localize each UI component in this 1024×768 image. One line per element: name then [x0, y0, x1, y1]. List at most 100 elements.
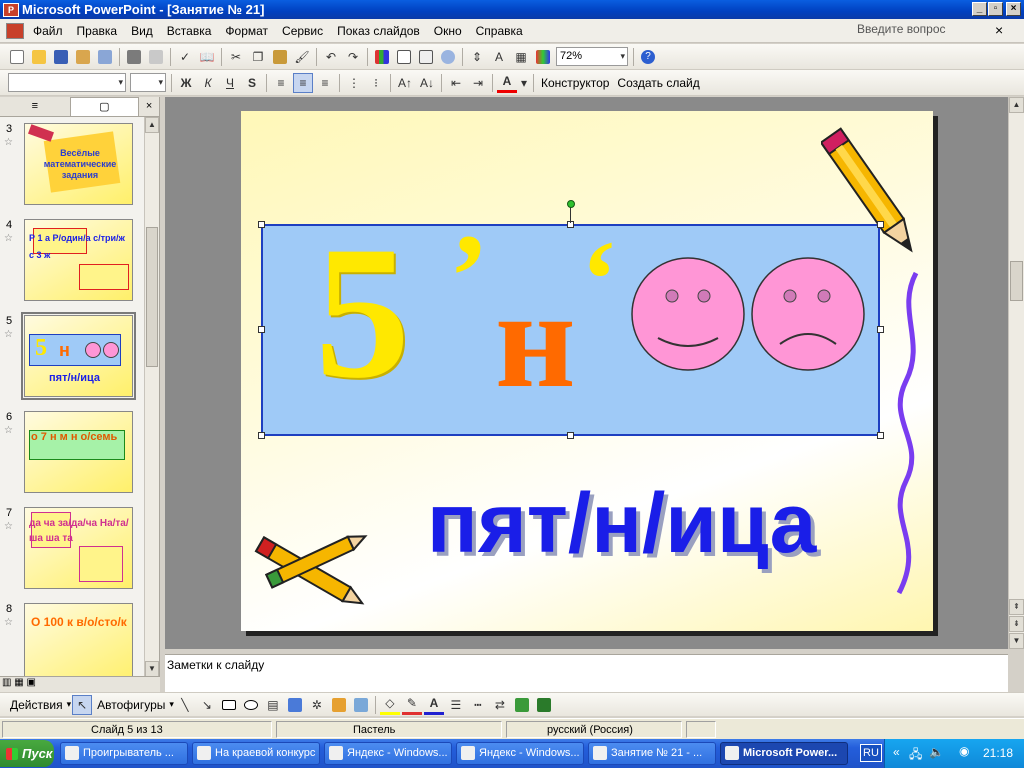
start-button[interactable]: Пуск — [0, 740, 54, 767]
menu-window[interactable]: Окно — [427, 24, 469, 38]
clipart-icon[interactable] — [329, 695, 349, 715]
research-icon[interactable]: 📖 — [197, 47, 217, 67]
next-slide-icon[interactable]: ⇟ — [1009, 616, 1024, 632]
close-window-button[interactable]: × — [1006, 2, 1021, 16]
thumbnail-slide-5[interactable]: 5 ☆ 5 н пят/н/ица — [0, 312, 144, 400]
resize-handle[interactable] — [877, 326, 884, 333]
menu-insert[interactable]: Вставка — [160, 24, 219, 38]
print-preview-icon[interactable] — [146, 47, 166, 67]
copy-icon[interactable]: ❐ — [248, 47, 268, 67]
zoom-select[interactable]: 72% — [556, 47, 628, 66]
volume-icon[interactable]: 🔈 — [929, 745, 944, 759]
align-right-icon[interactable]: ≡ — [315, 73, 335, 93]
insert-chart-icon[interactable] — [372, 47, 392, 67]
slide-thumbnail[interactable]: о 7 н м н о/семь — [24, 411, 133, 493]
rotate-handle[interactable] — [567, 200, 575, 208]
resize-handle[interactable] — [877, 221, 884, 228]
cut-icon[interactable]: ✂ — [226, 47, 246, 67]
save-icon[interactable] — [51, 47, 71, 67]
expand-all-icon[interactable]: ⇕ — [467, 47, 487, 67]
decrease-font-icon[interactable]: A↓ — [417, 73, 437, 93]
document-icon[interactable] — [6, 22, 24, 39]
powerpoint-app-icon[interactable]: P — [3, 2, 19, 17]
textbox-icon[interactable]: ▤ — [263, 695, 283, 715]
font-size-select[interactable] — [130, 73, 166, 92]
resize-handle[interactable] — [258, 221, 265, 228]
spelling-icon[interactable]: ✓ — [175, 47, 195, 67]
show-formatting-icon[interactable]: A — [489, 47, 509, 67]
thumbnail-slide-3[interactable]: 3 ☆ Весёлые математические задания — [0, 123, 144, 207]
fill-color-icon[interactable]: ◇ — [379, 695, 400, 715]
underline-button[interactable]: Ч — [220, 73, 240, 93]
scroll-thumb[interactable] — [1010, 261, 1023, 301]
select-pointer-icon[interactable]: ↖ — [72, 694, 93, 715]
bold-button[interactable]: Ж — [176, 73, 196, 93]
slide-thumbnail[interactable]: да ча за/да/ча На/та/ша ша та — [24, 507, 133, 589]
color-grayscale-icon[interactable] — [533, 47, 553, 67]
minimize-button[interactable]: _ — [972, 2, 987, 16]
resize-handle[interactable] — [258, 326, 265, 333]
numbering-icon[interactable]: ⋮ — [344, 73, 364, 93]
tables-borders-icon[interactable] — [416, 47, 436, 67]
format-painter-icon[interactable]: 🖌 — [292, 47, 312, 67]
arrow-icon[interactable]: ↘ — [197, 695, 217, 715]
slideshow-view-icon[interactable]: ▣ — [26, 677, 35, 688]
taskbar-word-doc[interactable]: Занятие № 21 - ... — [588, 742, 716, 765]
increase-font-icon[interactable]: A↑ — [395, 73, 415, 93]
slide-thumbnail[interactable]: О 100 к в/о/сто/к — [24, 603, 133, 677]
menu-slideshow[interactable]: Показ слайдов — [330, 24, 427, 38]
hyperlink-icon[interactable] — [438, 47, 458, 67]
rectangle-icon[interactable] — [219, 695, 239, 715]
line-color-icon[interactable]: ✎ — [401, 695, 422, 715]
taskbar-folder[interactable]: На краевой конкурс — [192, 742, 320, 765]
line-icon[interactable]: ╲ — [175, 695, 195, 715]
slide-thumbnail[interactable]: Весёлые математические задания — [24, 123, 133, 205]
redo-icon[interactable]: ↷ — [343, 47, 363, 67]
font-color-icon[interactable]: A — [497, 73, 517, 93]
new-slide-button[interactable]: Создать слайд — [613, 76, 703, 90]
help-question-box[interactable]: Введите вопрос — [857, 22, 1007, 39]
language-indicator[interactable]: RU — [860, 744, 882, 762]
decrease-indent-icon[interactable]: ⇤ — [446, 73, 466, 93]
notes-pane[interactable]: Заметки к слайду — [165, 654, 1008, 692]
resize-handle[interactable] — [877, 432, 884, 439]
thumbnail-slide-4[interactable]: 4 ☆ Р 1 а Р/один/а с/три/ж с 3 ж — [0, 219, 144, 303]
slide-thumbnail-selected[interactable]: 5 н пят/н/ица — [21, 312, 136, 400]
tab-outline[interactable]: ≡ — [0, 97, 70, 116]
resize-handle[interactable] — [567, 432, 574, 439]
shadow-style-icon[interactable] — [512, 695, 532, 715]
font-name-select[interactable] — [8, 73, 126, 92]
slide-canvas[interactable]: 5 ’ н ‘ пят/н/ица — [241, 111, 933, 631]
taskbar-media-player[interactable]: Проигрыватель ... — [60, 742, 188, 765]
taskbar-ie-yandex-1[interactable]: Яндекс - Windows... — [324, 742, 452, 765]
help-icon[interactable]: ? — [638, 47, 658, 67]
actions-menu[interactable]: Действия — [6, 698, 67, 712]
arrow-style-icon[interactable]: ⇄ — [490, 695, 510, 715]
updates-icon[interactable]: ◉ — [959, 744, 969, 758]
shadow-button[interactable]: S — [242, 73, 262, 93]
pane-close-icon[interactable]: × — [139, 97, 159, 116]
insert-table-icon[interactable] — [394, 47, 414, 67]
menu-edit[interactable]: Правка — [70, 24, 125, 38]
slide-thumbnail[interactable]: Р 1 а Р/один/а с/три/ж с 3 ж — [24, 219, 133, 301]
menu-tools[interactable]: Сервис — [275, 24, 330, 38]
diagram-icon[interactable]: ✲ — [307, 695, 327, 715]
thumbnail-scrollbar[interactable]: ▲ ▼ — [144, 117, 159, 677]
selected-text-box[interactable]: 5 ’ н ‘ — [261, 208, 880, 436]
thumbnail-slide-8[interactable]: 8 ☆ О 100 к в/о/сто/к — [0, 603, 144, 677]
email-icon[interactable] — [95, 47, 115, 67]
paste-icon[interactable] — [270, 47, 290, 67]
permission-icon[interactable] — [73, 47, 93, 67]
thumbnail-slide-6[interactable]: 6 ☆ о 7 н м н о/семь — [0, 411, 144, 495]
menu-help[interactable]: Справка — [469, 24, 530, 38]
scroll-thumb[interactable] — [146, 227, 158, 367]
maximize-button[interactable]: ▫ — [988, 2, 1003, 16]
thumbnail-slide-7[interactable]: 7 ☆ да ча за/да/ча На/та/ша ша та — [0, 507, 144, 591]
line-style-icon[interactable]: ☰ — [446, 695, 466, 715]
scroll-down-icon[interactable]: ▼ — [1009, 633, 1024, 649]
open-icon[interactable] — [29, 47, 49, 67]
show-grid-icon[interactable]: ▦ — [511, 47, 531, 67]
bullets-icon[interactable]: ⁝ — [366, 73, 386, 93]
undo-icon[interactable]: ↶ — [321, 47, 341, 67]
oval-icon[interactable] — [241, 695, 261, 715]
